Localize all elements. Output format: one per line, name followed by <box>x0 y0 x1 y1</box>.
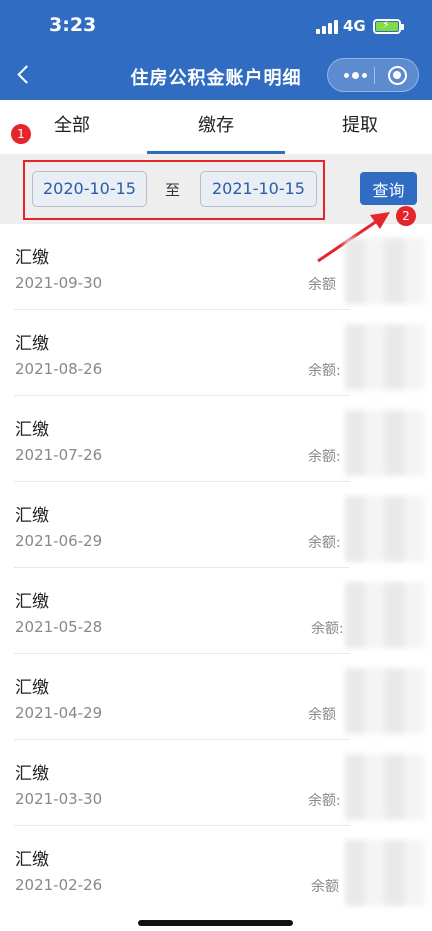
record-date: 2021-07-26 <box>15 446 103 464</box>
blurred-balance <box>345 238 425 304</box>
capsule-divider <box>374 67 375 84</box>
balance-label: 余额: <box>311 621 344 637</box>
list-item[interactable]: 汇缴 2021-07-26 余额: <box>0 396 432 482</box>
balance-label: 余额: <box>308 363 341 379</box>
list-item[interactable]: 汇缴 2021-09-30 余额 <box>0 224 432 310</box>
record-date: 2021-06-29 <box>15 532 103 550</box>
record-type: 汇缴 <box>15 334 49 354</box>
annotation-badge-1: 1 <box>11 124 31 144</box>
app-header: 3:23 4G 住房公积金账户明细 <box>0 0 432 100</box>
record-type: 汇缴 <box>15 420 49 440</box>
balance-label: 余额 <box>311 879 339 895</box>
record-date: 2021-05-28 <box>15 618 103 636</box>
status-time: 3:23 <box>49 14 97 36</box>
balance-label: 余额: <box>308 449 341 465</box>
battery-icon <box>373 18 404 34</box>
home-indicator <box>138 920 293 926</box>
query-button[interactable]: 查询 <box>360 172 417 205</box>
blurred-balance <box>345 840 425 906</box>
annotation-badge-2: 2 <box>396 206 416 226</box>
record-date: 2021-02-26 <box>15 876 103 894</box>
annotation-highlight-box <box>23 160 325 220</box>
list-item[interactable]: 汇缴 2021-05-28 余额: <box>0 568 432 654</box>
list-item[interactable]: 汇缴 2021-03-30 余额: <box>0 740 432 826</box>
record-date: 2021-09-30 <box>15 274 103 292</box>
list-item[interactable]: 汇缴 2021-02-26 余额 <box>0 826 432 912</box>
balance-label: 余额: <box>308 793 341 809</box>
record-type: 汇缴 <box>15 248 49 268</box>
record-type: 汇缴 <box>15 592 49 612</box>
record-date: 2021-04-29 <box>15 704 103 722</box>
balance-label: 余额 <box>308 277 336 293</box>
network-type: 4G <box>343 17 366 35</box>
signal-icon <box>316 20 338 34</box>
tab-deposit[interactable]: 缴存 <box>144 100 288 154</box>
blurred-balance <box>345 410 425 476</box>
mini-program-capsule <box>327 58 419 92</box>
record-type: 汇缴 <box>15 678 49 698</box>
record-list: 汇缴 2021-09-30 余额 汇缴 2021-08-26 余额: 汇缴 20… <box>0 224 432 912</box>
balance-label: 余额 <box>308 707 336 723</box>
record-type: 汇缴 <box>15 850 49 870</box>
list-item[interactable]: 汇缴 2021-08-26 余额: <box>0 310 432 396</box>
tab-withdraw[interactable]: 提取 <box>288 100 432 154</box>
record-date: 2021-08-26 <box>15 360 103 378</box>
balance-label: 余额: <box>308 535 341 551</box>
blurred-balance <box>345 582 425 648</box>
list-item[interactable]: 汇缴 2021-06-29 余额: <box>0 482 432 568</box>
record-type: 汇缴 <box>15 764 49 784</box>
more-icon[interactable] <box>340 67 370 83</box>
list-item[interactable]: 汇缴 2021-04-29 余额 <box>0 654 432 740</box>
record-type: 汇缴 <box>15 506 49 526</box>
blurred-balance <box>345 324 425 390</box>
blurred-balance <box>345 668 425 734</box>
blurred-balance <box>345 754 425 820</box>
record-date: 2021-03-30 <box>15 790 103 808</box>
blurred-balance <box>345 496 425 562</box>
tab-bar: 全部 缴存 提取 <box>0 100 432 154</box>
close-icon[interactable] <box>388 66 407 85</box>
